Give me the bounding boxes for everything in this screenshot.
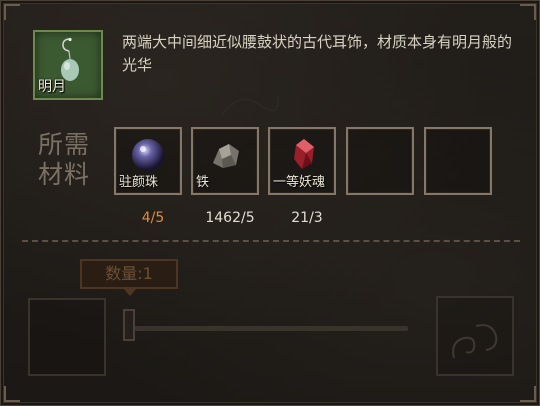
item-description: 两端大中间细近似腰鼓状的古代耳饰，材质本身有明月般的光华: [122, 33, 513, 74]
material-name: 一等妖魂: [273, 175, 326, 190]
quantity-slider-handle[interactable]: [123, 309, 135, 341]
panel-corner: [520, 386, 536, 402]
panel-corner: [4, 4, 20, 20]
material-slot-1[interactable]: 驻颜珠: [114, 127, 182, 195]
quantity-label: 数量:1: [80, 259, 178, 289]
item-name: 明月: [38, 79, 66, 95]
panel-corner: [520, 4, 536, 20]
item-slot[interactable]: 明月: [33, 30, 103, 100]
crafting-panel: 明月 两端大中间细近似腰鼓状的古代耳饰，材质本身有明月般的光华 所需材料 驻颜珠…: [0, 0, 540, 406]
section-divider: [22, 240, 520, 242]
purple-orb-icon: [132, 139, 164, 171]
iron-ore-icon: [213, 144, 239, 168]
material-name: 驻颜珠: [119, 175, 159, 190]
material-slot-3[interactable]: 一等妖魂: [268, 127, 336, 195]
quantity-slider-track[interactable]: [134, 326, 408, 331]
material-slot-5[interactable]: [424, 127, 492, 195]
texture-decoration: [221, 94, 280, 116]
red-crystal-icon: [294, 139, 314, 169]
quantity-pointer: [123, 288, 137, 296]
material-slot-2[interactable]: 铁: [191, 127, 259, 195]
swirl-icon: [452, 324, 498, 359]
panel-corner: [4, 386, 20, 402]
material-slot-4[interactable]: [346, 127, 414, 195]
material-name: 铁: [196, 175, 210, 190]
required-materials-label: 所需材料: [38, 130, 91, 189]
decrease-quantity-button[interactable]: [28, 298, 106, 376]
material-count: 21/3: [291, 210, 323, 226]
